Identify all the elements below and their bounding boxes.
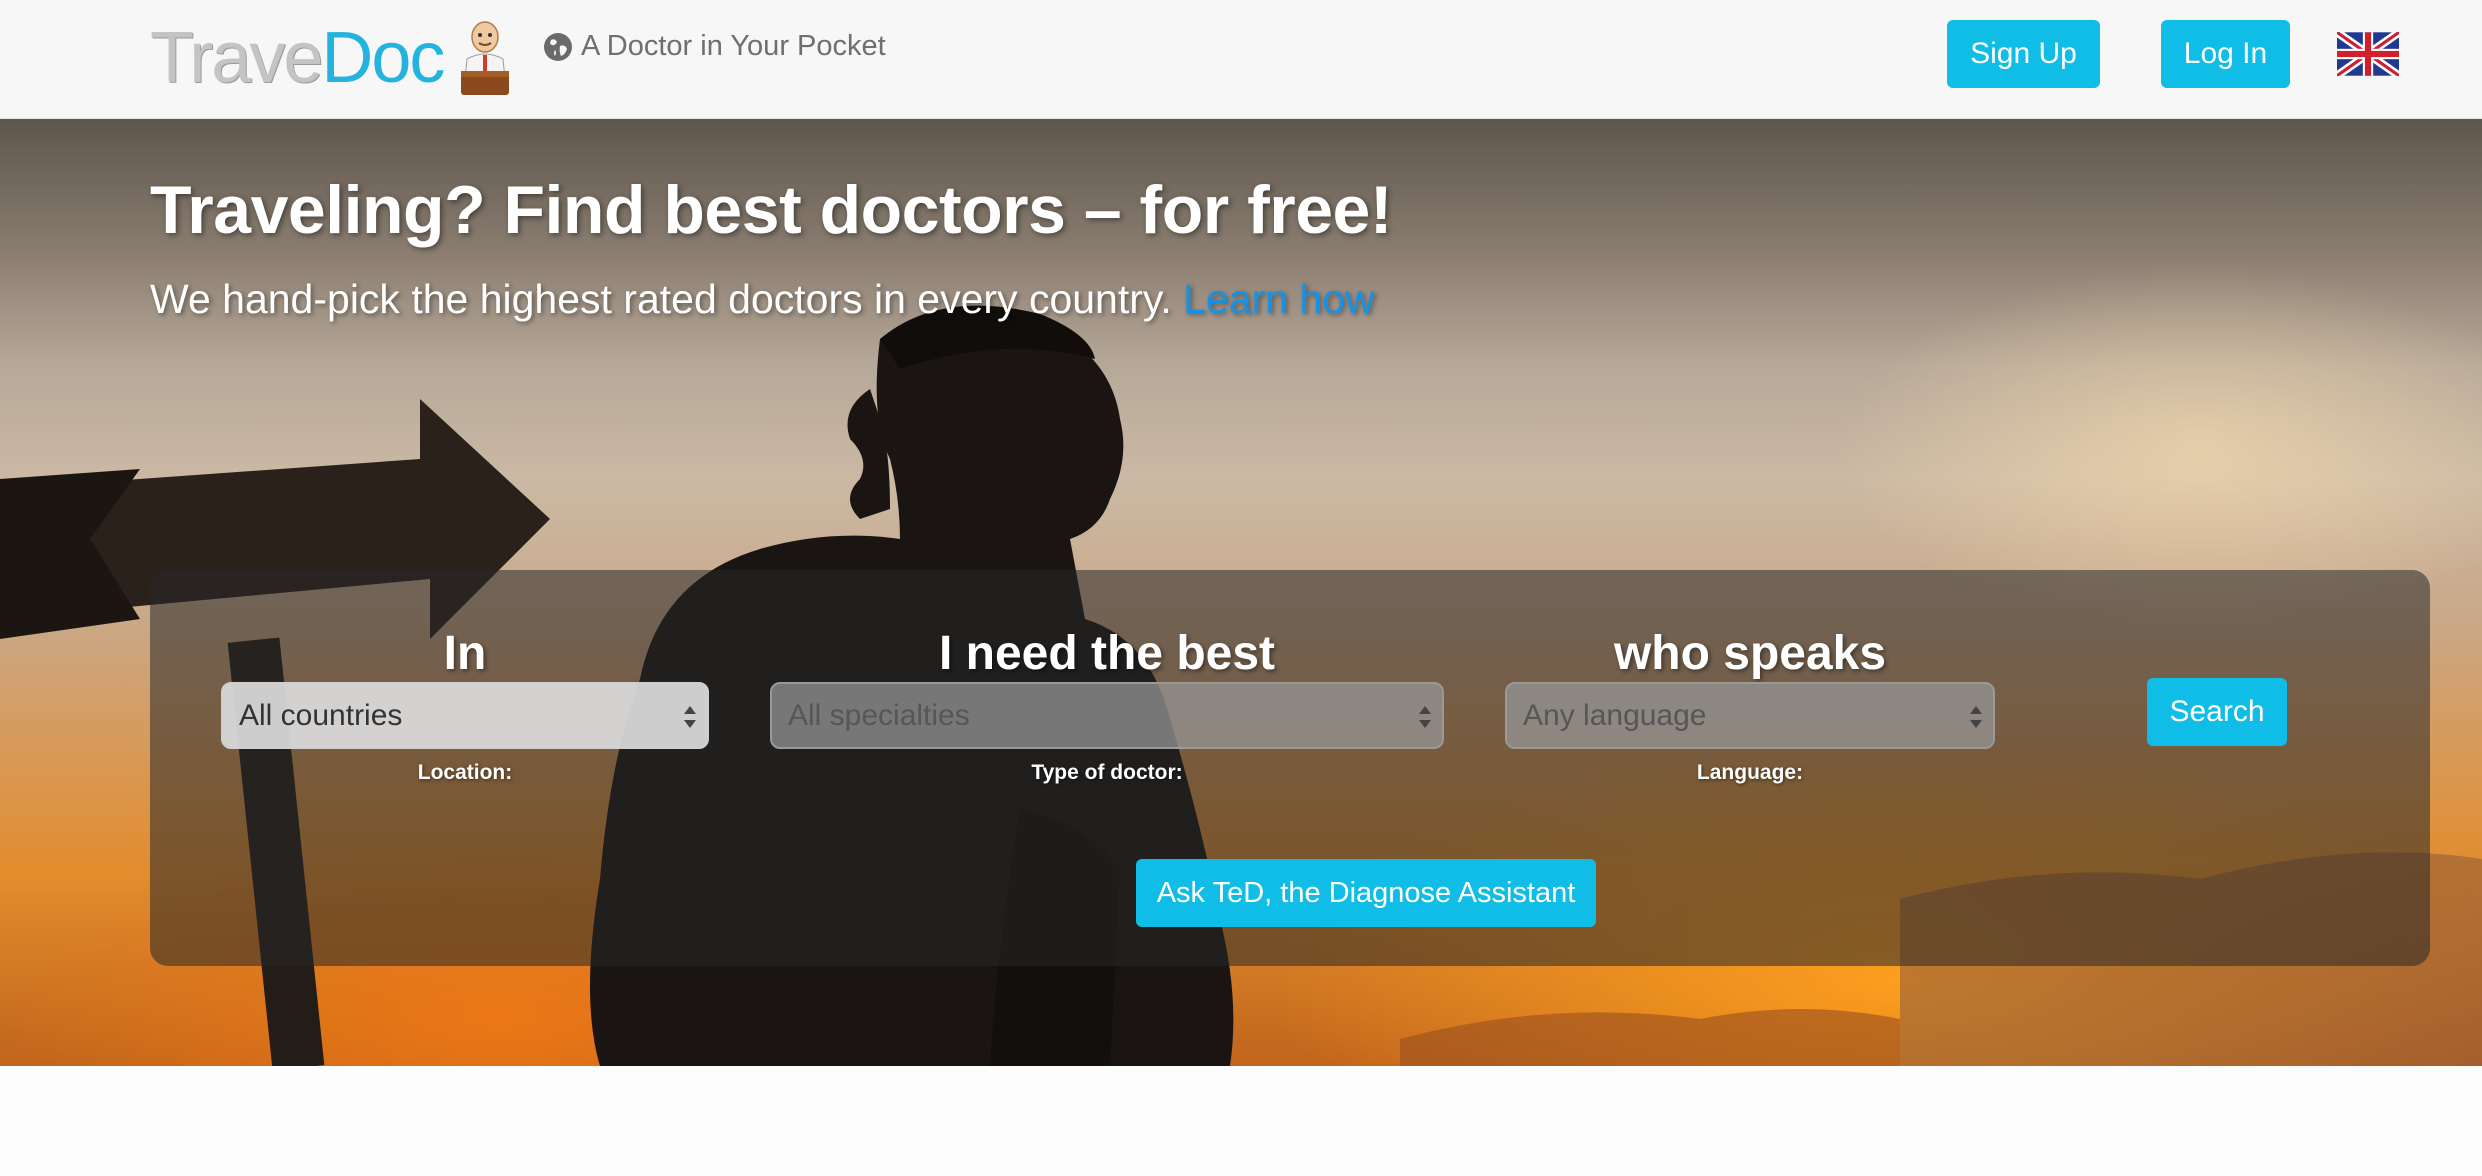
hero-banner: Traveling? Find best doctors – for free!… [0,119,2482,1066]
hero-subtitle: We hand-pick the highest rated doctors i… [150,276,1375,323]
search-button[interactable]: Search [2147,678,2287,746]
language-select-placeholder: Any language [1523,698,1707,732]
select-arrows-icon [1970,706,1982,728]
top-navbar: TraveDoc A Doctor in Your Pocket Sign Up… [0,0,2482,119]
tagline-text: A Doctor in Your Pocket [581,30,886,62]
language-label: Language: [1696,761,1804,784]
logo-wordmark: TraveDoc [150,18,445,98]
log-in-button[interactable]: Log In [2161,20,2290,88]
hero-subtitle-text: We hand-pick the highest rated doctors i… [150,276,1172,322]
language-select[interactable]: Any language [1505,682,1995,749]
select-arrows-icon [1419,706,1431,728]
ask-ted-button[interactable]: Ask TeD, the Diagnose Assistant [1136,859,1596,927]
hero-title: Traveling? Find best doctors – for free! [150,172,1392,248]
sign-up-button[interactable]: Sign Up [1947,20,2100,88]
select-arrows-icon [684,706,696,728]
uk-flag-icon[interactable] [2337,32,2399,76]
specialty-heading: I need the best [938,627,1276,680]
learn-how-link[interactable]: Learn how [1183,276,1374,322]
globe-icon [544,32,572,61]
search-panel: In All countries Location: I need the be… [150,570,2430,966]
language-heading: who speaks [1613,627,1887,680]
tagline: A Doctor in Your Pocket [543,30,886,63]
travedoc-logo[interactable]: TraveDoc [150,18,513,98]
location-label: Location: [417,761,513,784]
doctor-mascot-icon [461,21,510,95]
country-select[interactable]: All countries [221,682,709,749]
country-select-value: All countries [239,698,403,732]
specialty-select[interactable]: All specialties [770,682,1444,749]
specialty-select-placeholder: All specialties [788,698,970,732]
location-heading: In [443,627,487,680]
specialty-label: Type of doctor: [1031,761,1183,784]
